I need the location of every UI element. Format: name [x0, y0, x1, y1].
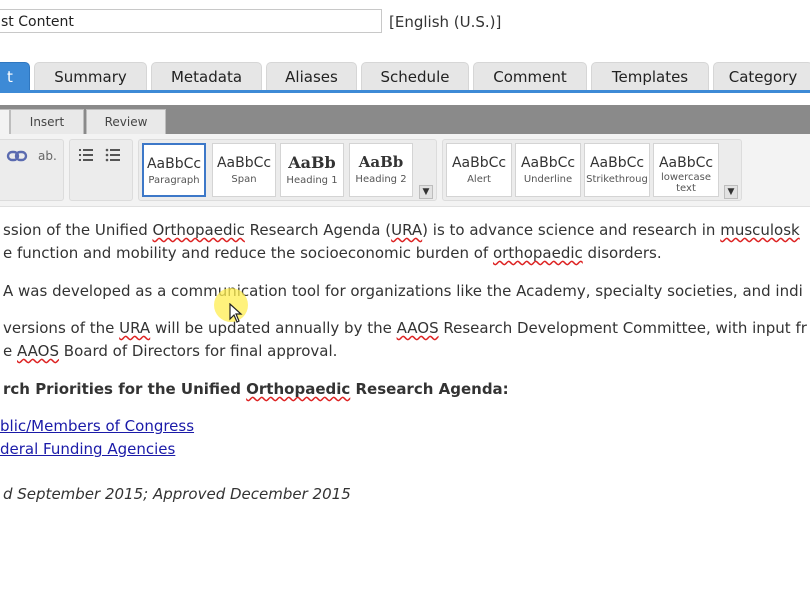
- misspelled-word: AAOS: [396, 319, 439, 337]
- style-heading-2[interactable]: AaBb Heading 2: [349, 143, 413, 197]
- text-run: Research Agenda:: [350, 380, 509, 398]
- text-run: e function and mobility and reduce the s…: [3, 244, 493, 262]
- misspelled-word: URA: [119, 319, 151, 337]
- tab-templates[interactable]: Templates: [591, 62, 709, 90]
- paragraph-development: A was developed as a communication tool …: [3, 282, 803, 300]
- style-sample: AaBbCc: [146, 156, 202, 172]
- style-alert[interactable]: AaBbCc Alert: [446, 143, 512, 197]
- misspelled-word: orthopaedic: [492, 244, 583, 262]
- bulleted-list-icon[interactable]: [105, 147, 121, 166]
- section-heading: rch Priorities for the Unified Orthopaed…: [3, 380, 509, 398]
- ribbon-tab-insert[interactable]: Insert: [10, 109, 84, 134]
- text-run: ) is to advance science and research in: [422, 221, 721, 239]
- style-sample: AaBbCc: [451, 155, 507, 171]
- text-run: will be updated annually by the: [150, 319, 397, 337]
- style-label: Heading 1: [286, 175, 338, 186]
- style-label: Strikethroug: [586, 174, 648, 185]
- style-sample: AaBbCc: [658, 155, 714, 171]
- text-run: Research Development Committee, with inp…: [438, 319, 807, 337]
- style-lowercase-text[interactable]: AaBbCc lowercase text: [653, 143, 719, 197]
- style-sample: AaBb: [358, 153, 404, 171]
- misspelled-word: Orthopaedic: [152, 221, 245, 239]
- tab-content[interactable]: t: [0, 62, 30, 90]
- tab-underline: [0, 90, 810, 93]
- link-members-of-congress[interactable]: blic/Members of Congress: [0, 417, 194, 435]
- link-icon[interactable]: [6, 146, 28, 169]
- ribbon-tab-review[interactable]: Review: [86, 109, 166, 134]
- paragraph-mission-line-1: ssion of the Unified Orthopaedic Researc…: [3, 221, 800, 239]
- ribbon-tab-home[interactable]: [0, 109, 10, 134]
- text-run: e: [3, 342, 17, 360]
- paragraph-versions-line-2: e AAOS Board of Directors for final appr…: [3, 342, 337, 360]
- style-label: Underline: [523, 174, 573, 185]
- style-label: Heading 2: [355, 174, 407, 185]
- style-underline[interactable]: AaBbCc Underline: [515, 143, 581, 197]
- text-run: versions of the: [3, 319, 120, 337]
- style-sample: AaBbCc: [589, 155, 645, 171]
- paragraph-versions-line-1: versions of the URA will be updated annu…: [3, 319, 807, 337]
- style-label: Alert: [467, 174, 491, 185]
- paragraph-mission-line-2: e function and mobility and reduce the s…: [3, 244, 662, 262]
- style-strikethrough[interactable]: AaBbCc Strikethroug: [584, 143, 650, 197]
- misspelled-word: Orthopaedic: [246, 380, 351, 398]
- style-heading-1[interactable]: AaBb Heading 1: [280, 143, 344, 197]
- text-run: Board of Directors for final approval.: [59, 342, 338, 360]
- style-sample: AaBbCc: [216, 155, 272, 171]
- style-label: Paragraph: [148, 175, 200, 186]
- tab-summary[interactable]: Summary: [34, 62, 147, 90]
- style-sample: AaBbCc: [520, 155, 576, 171]
- more-styles-icon[interactable]: ▼: [724, 185, 738, 199]
- style-sample: AaBb: [288, 153, 336, 172]
- misspelled-word: musculosk: [720, 221, 800, 239]
- misspelled-word: URA: [391, 221, 423, 239]
- text-run: ssion of the Unified: [3, 221, 153, 239]
- abbreviation-button[interactable]: ab.: [38, 149, 57, 163]
- text-run: disorders.: [582, 244, 662, 262]
- style-span[interactable]: AaBbCc Span: [212, 143, 276, 197]
- tab-schedule[interactable]: Schedule: [361, 62, 469, 90]
- text-run: Research Agenda (: [244, 221, 392, 239]
- tab-metadata[interactable]: Metadata: [151, 62, 262, 90]
- revision-date-note: d September 2015; Approved December 2015: [3, 485, 351, 503]
- more-styles-icon[interactable]: ▼: [419, 185, 433, 199]
- language-label: [English (U.S.)]: [389, 13, 502, 31]
- style-paragraph[interactable]: AaBbCc Paragraph: [142, 143, 206, 197]
- misspelled-word: AAOS: [17, 342, 60, 360]
- editor-area[interactable]: [0, 215, 810, 610]
- style-label: lowercase text: [660, 172, 712, 194]
- title-input[interactable]: st Content: [0, 9, 382, 33]
- style-label: Span: [231, 174, 257, 185]
- tab-category[interactable]: Category: [713, 62, 810, 90]
- link-federal-funding-agencies[interactable]: deral Funding Agencies: [0, 440, 175, 458]
- mouse-pointer-icon: [229, 302, 243, 327]
- text-run: rch Priorities for the Unified: [3, 380, 247, 398]
- numbered-list-icon[interactable]: [78, 147, 94, 166]
- tab-aliases[interactable]: Aliases: [266, 62, 357, 90]
- tab-comment[interactable]: Comment: [473, 62, 587, 90]
